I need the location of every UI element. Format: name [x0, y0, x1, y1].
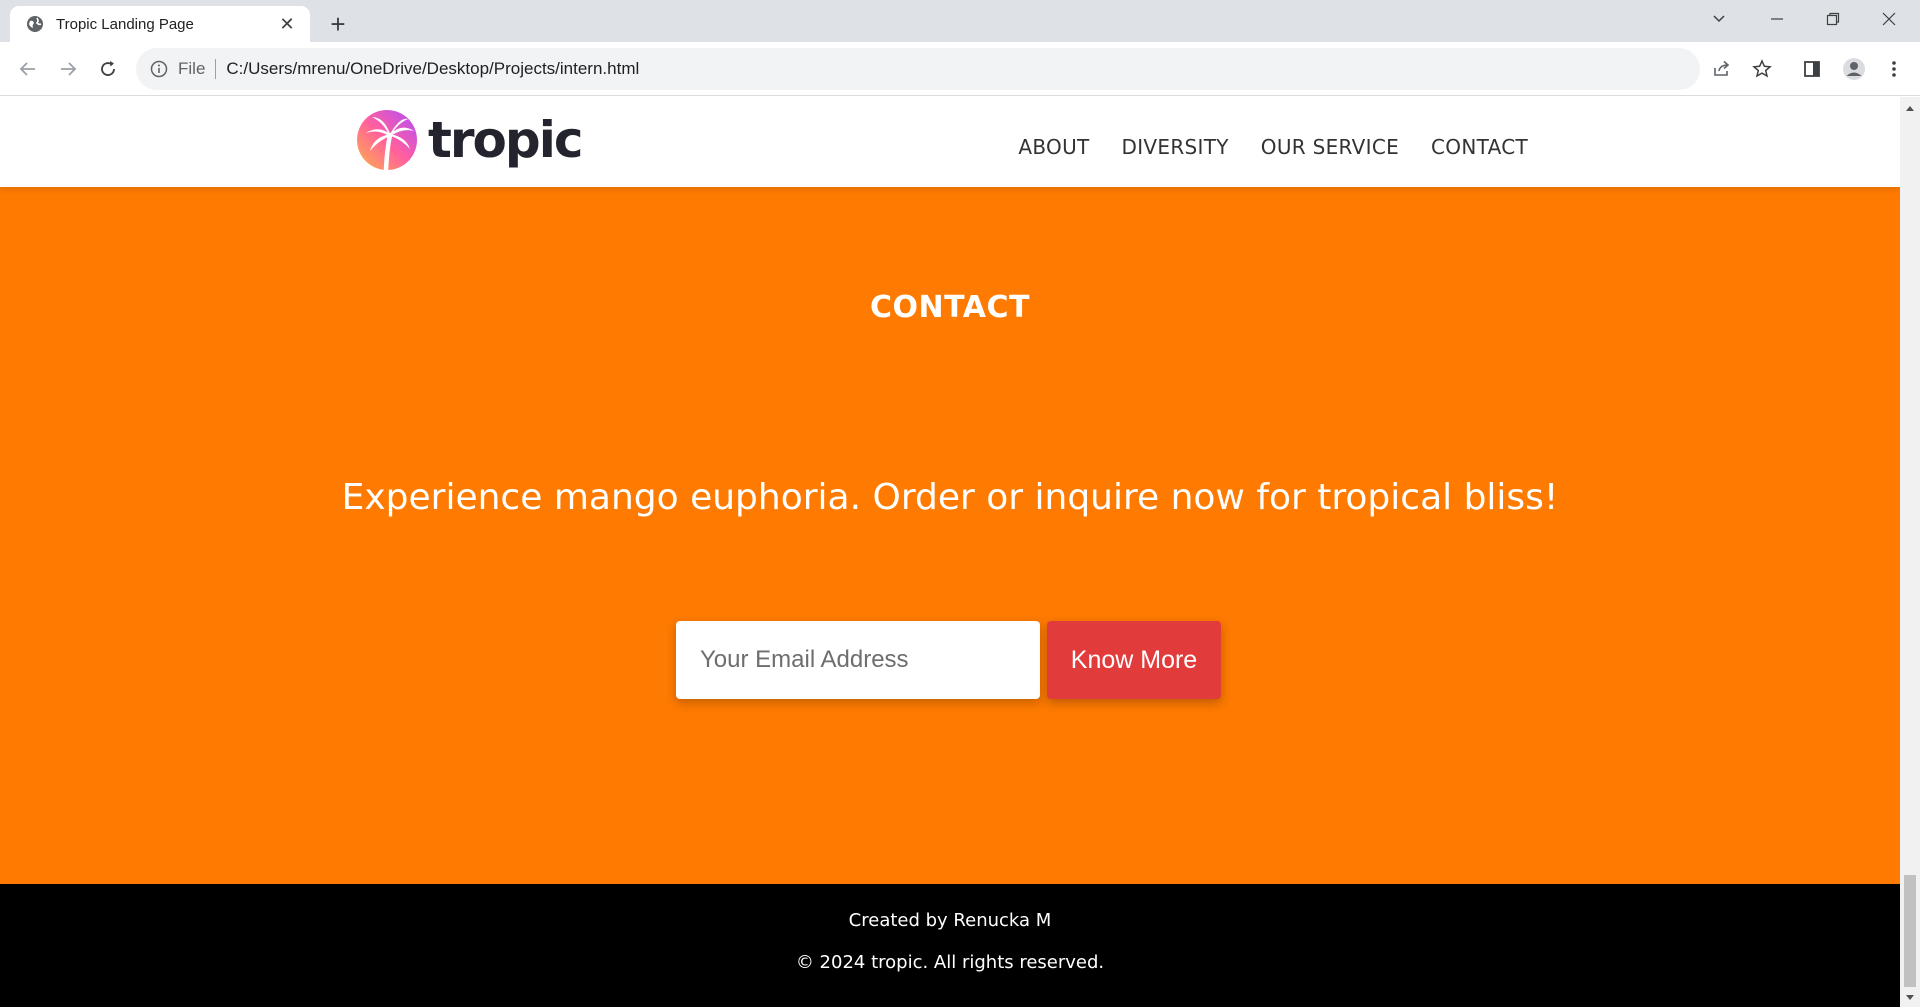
url-separator: [215, 59, 217, 79]
tab-strip: Tropic Landing Page ✕ +: [0, 0, 1920, 42]
chevron-down-icon[interactable]: [1696, 0, 1742, 38]
email-input[interactable]: [676, 621, 1040, 699]
site-footer: Created by Renucka M © 2024 tropic. All …: [0, 884, 1900, 1007]
footer-copyright: © 2024 tropic. All rights reserved.: [795, 952, 1105, 973]
star-icon[interactable]: [1748, 55, 1776, 83]
scroll-down-arrow-icon[interactable]: [1900, 991, 1920, 1005]
site-header: tropic ABOUT DIVERSITY OUR SERVICE CONTA…: [0, 97, 1900, 187]
contact-subtitle: Experience mango euphoria. Order or inqu…: [341, 477, 1559, 518]
plus-icon[interactable]: +: [324, 9, 352, 39]
contact-section: CONTACT Experience mango euphoria. Order…: [0, 187, 1900, 884]
scrollbar-thumb[interactable]: [1904, 875, 1916, 987]
site-logo[interactable]: tropic: [356, 108, 583, 172]
footer-credit: Created by Renucka M: [848, 910, 1052, 931]
nav-about[interactable]: ABOUT: [1018, 135, 1089, 159]
nav-our-service[interactable]: OUR SERVICE: [1261, 135, 1399, 159]
nav-diversity[interactable]: DIVERSITY: [1122, 135, 1229, 159]
page-scrollbar[interactable]: [1900, 97, 1920, 1007]
minimize-icon[interactable]: [1754, 0, 1800, 38]
nav-contact[interactable]: CONTACT: [1431, 135, 1528, 159]
menu-icon[interactable]: [1880, 55, 1908, 83]
main-nav: ABOUT DIVERSITY OUR SERVICE CONTACT: [1018, 135, 1528, 159]
contact-heading: CONTACT: [870, 290, 1030, 325]
globe-icon: [26, 15, 44, 33]
close-icon[interactable]: ✕: [276, 13, 298, 35]
window-close-icon[interactable]: [1866, 0, 1912, 38]
restore-icon[interactable]: [1810, 0, 1856, 38]
address-bar[interactable]: File C:/Users/mrenu/OneDrive/Desktop/Pro…: [136, 48, 1700, 90]
browser-tab[interactable]: Tropic Landing Page ✕: [10, 6, 310, 42]
url-text[interactable]: C:/Users/mrenu/OneDrive/Desktop/Projects…: [226, 59, 639, 79]
info-icon[interactable]: [150, 60, 168, 78]
back-icon[interactable]: [14, 55, 42, 83]
reload-icon[interactable]: [94, 55, 122, 83]
browser-toolbar: File C:/Users/mrenu/OneDrive/Desktop/Pro…: [0, 42, 1920, 96]
signup-form: Know More: [676, 621, 1221, 699]
share-icon[interactable]: [1708, 55, 1736, 83]
tab-title: Tropic Landing Page: [56, 15, 194, 33]
scroll-up-arrow-icon[interactable]: [1900, 101, 1920, 115]
side-panel-icon[interactable]: [1798, 55, 1826, 83]
url-scheme: File: [178, 59, 206, 78]
know-more-button[interactable]: Know More: [1047, 621, 1221, 699]
page-viewport: tropic ABOUT DIVERSITY OUR SERVICE CONTA…: [0, 97, 1900, 1007]
profile-icon[interactable]: [1840, 55, 1868, 83]
palm-logo-icon: [357, 110, 417, 171]
logo-text: tropic: [428, 111, 583, 169]
forward-icon[interactable]: [54, 55, 82, 83]
